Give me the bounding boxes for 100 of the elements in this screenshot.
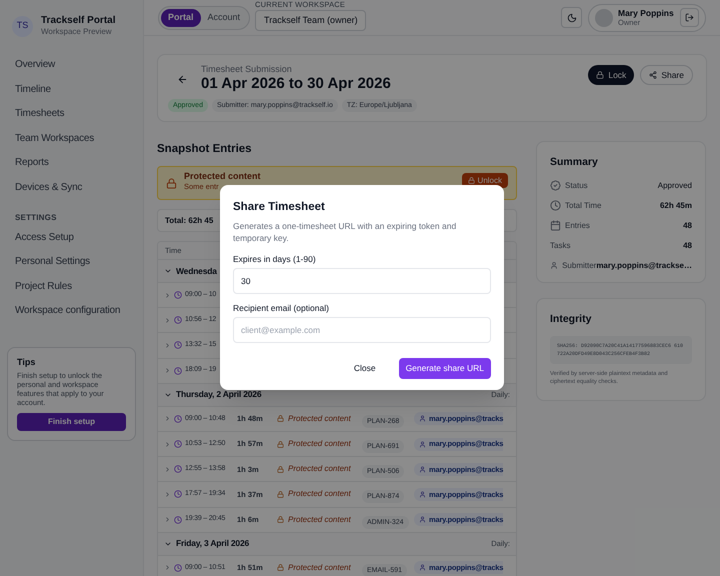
chevron-icon — [164, 564, 171, 572]
summary-label: Total Time — [565, 200, 602, 212]
input-field[interactable]: 30 — [233, 268, 491, 294]
clock-icon — [174, 465, 182, 474]
sidebar-item[interactable]: Overview — [7, 53, 136, 78]
clock-icon — [174, 414, 182, 423]
sidebar-item[interactable]: Timeline — [7, 78, 136, 102]
mode-tab[interactable]: Account — [200, 8, 248, 26]
back-arrow-icon — [176, 74, 188, 84]
total-text: Total: 62h 45 — [165, 214, 214, 226]
summary-label: Tasks — [550, 240, 570, 252]
card-title: Integrity — [550, 312, 592, 327]
close-button[interactable]: Close — [346, 358, 383, 380]
protected-text: Protected content — [288, 412, 352, 425]
lock-icon — [277, 466, 284, 473]
mode-tab[interactable]: Portal — [161, 8, 201, 26]
lock-icon — [277, 440, 284, 448]
sidebar-item[interactable]: Workspace configuration — [7, 299, 136, 324]
sidebar-item[interactable]: Timesheets — [7, 102, 136, 127]
chevron-icon — [164, 342, 171, 349]
calendar-icon — [550, 220, 561, 232]
user-icon — [419, 415, 426, 422]
user-icon — [419, 440, 426, 448]
summary-value: 48 — [683, 220, 692, 232]
lock-icon — [596, 71, 604, 79]
lock-icon — [277, 516, 284, 524]
sidebar-item[interactable]: Devices & Sync — [7, 176, 136, 201]
sidebar-item[interactable]: Reports — [7, 151, 136, 176]
lock-icon — [277, 564, 284, 572]
chevron-icon — [164, 490, 171, 498]
sidebar-item[interactable]: Access Setup — [7, 226, 136, 250]
sidebar-item[interactable]: Team Workspaces — [7, 126, 136, 152]
protected-text: Protected content — [288, 488, 352, 500]
chevron-icon — [164, 267, 172, 275]
sidebar-item[interactable]: Personal Settings — [7, 250, 136, 275]
day-label: Wednesda — [176, 264, 217, 278]
chevron-icon — [164, 367, 171, 374]
user-icon — [419, 466, 426, 473]
badge-check-icon — [550, 180, 561, 192]
theme-toggle-button[interactable] — [561, 7, 582, 28]
user-icon — [419, 516, 426, 524]
clock-icon — [550, 200, 561, 212]
banner-title: Protected content — [184, 171, 261, 182]
brand-title: Trackself Portal — [41, 14, 116, 28]
user-icon — [419, 564, 426, 572]
protected-text: Protected content — [288, 438, 352, 450]
field-label: Recipient email (optional) — [233, 302, 330, 314]
section-title: Snapshot Entries — [157, 142, 253, 156]
lock-button[interactable]: Lock — [588, 65, 634, 85]
clock-icon — [174, 366, 182, 375]
finish-setup-button[interactable]: Finish setup — [17, 413, 126, 432]
share-button[interactable]: Share — [640, 65, 693, 85]
brand-subtitle: Workspace Preview — [41, 27, 113, 38]
summary-label: Status — [565, 180, 588, 192]
lock-icon — [277, 415, 284, 422]
summary-value: 48 — [683, 240, 692, 252]
workspace-select[interactable]: Trackself Team (owner) — [255, 10, 366, 31]
sidebar-item[interactable]: Project Rules — [7, 274, 136, 300]
protected-text: Protected content — [288, 562, 352, 574]
generate-button[interactable]: Generate share URL — [398, 358, 491, 380]
clock-icon — [174, 440, 182, 448]
day-label: Friday, 3 April 2026 — [176, 537, 250, 550]
chevron-icon — [164, 516, 171, 524]
lock-icon — [166, 178, 177, 188]
chevron-icon — [164, 466, 171, 473]
summary-text: Submittermary.poppins@trackse… — [562, 260, 692, 272]
dialog-title: Share Timesheet — [233, 200, 326, 215]
moon-icon — [566, 12, 576, 22]
summary-value: 62h 45m — [660, 200, 692, 212]
day-label: Thursday, 2 April 2026 — [176, 388, 262, 402]
user-icon — [419, 490, 426, 498]
clock-icon — [174, 516, 182, 524]
chevron-icon — [164, 292, 171, 299]
share-icon — [649, 71, 658, 79]
protected-text: Protected content — [288, 514, 352, 526]
clock-icon — [174, 291, 182, 300]
chevron-icon — [164, 316, 171, 324]
field-label: Expires in days (1-90) — [233, 253, 317, 266]
tips-title: Tips — [17, 356, 36, 369]
dialog-description: Generates a one-timesheet URL with an expiring token and temporary key. — [233, 220, 458, 244]
clock-icon — [174, 341, 182, 350]
logout-button[interactable] — [680, 8, 699, 27]
clock-icon — [174, 564, 182, 572]
section-heading: SETTINGS — [14, 212, 58, 224]
chevron-icon — [164, 415, 171, 422]
clock-icon — [174, 316, 182, 324]
user-name: Mary Poppins — [618, 8, 674, 18]
summary-value: Approved — [658, 180, 692, 192]
logout-icon — [685, 13, 694, 22]
clock-icon — [174, 490, 182, 498]
chevron-icon — [164, 440, 171, 448]
user-avatar — [595, 8, 613, 26]
user-icon — [550, 260, 558, 272]
card-title: Summary — [550, 155, 599, 170]
input-field[interactable]: client@example.com — [233, 317, 491, 344]
submission-eyebrow: Timesheet Submission — [201, 64, 293, 76]
brand-avatar: TS — [12, 16, 33, 36]
protected-text: Protected content — [288, 463, 352, 476]
submission-title: 01 Apr 2026 to 30 Apr 2026 — [201, 75, 391, 94]
lock-icon — [277, 490, 284, 498]
